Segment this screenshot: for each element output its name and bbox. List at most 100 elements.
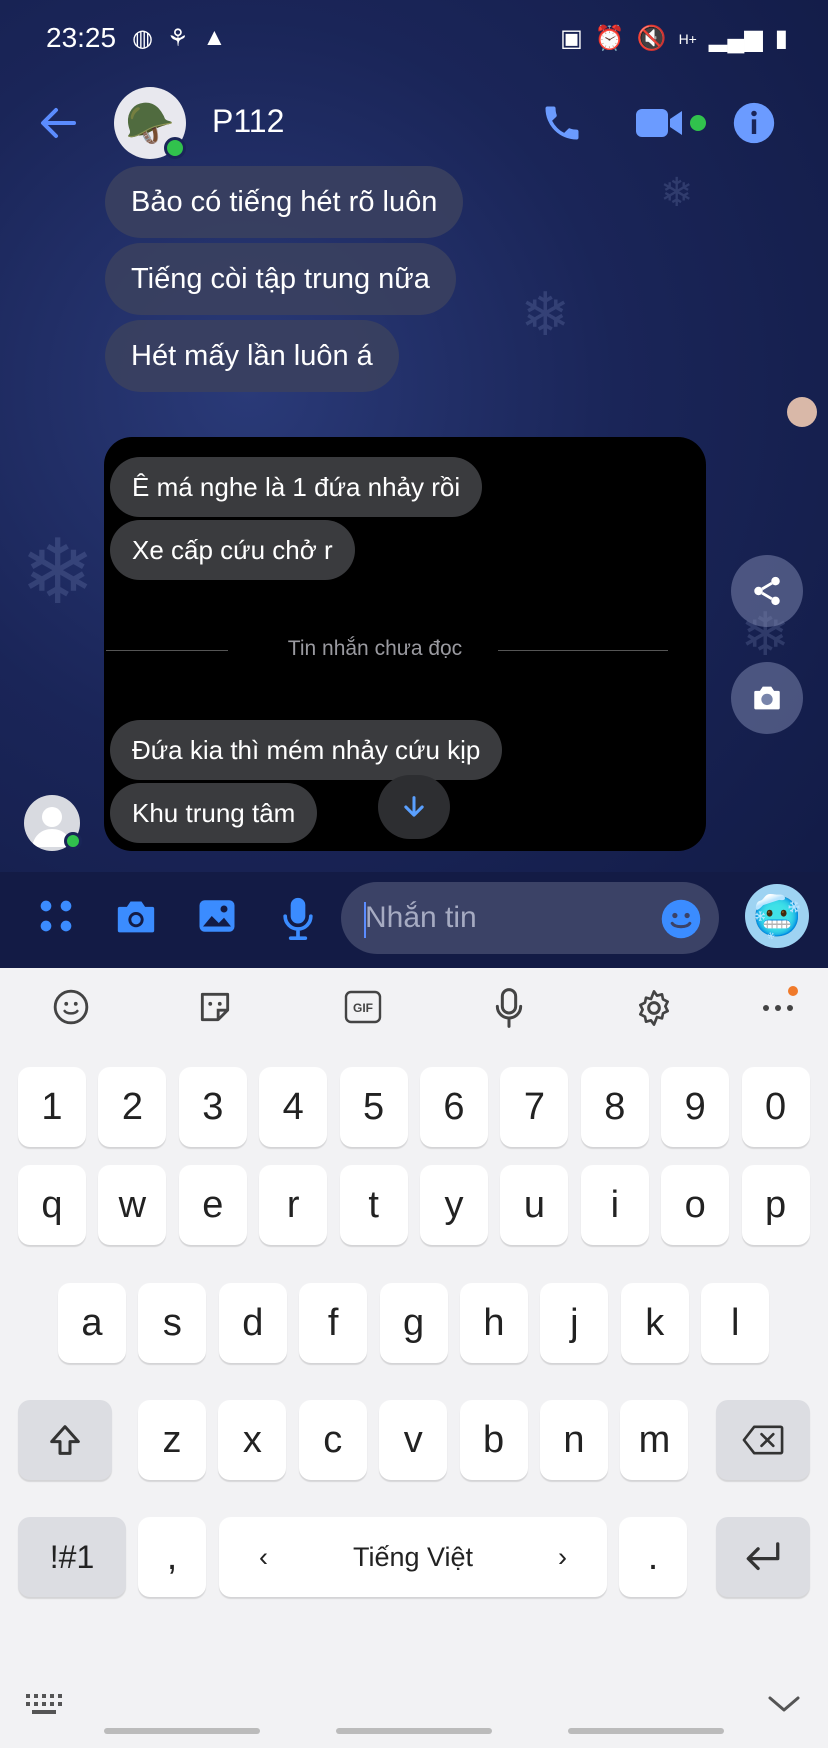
key-f[interactable]: f [299,1283,368,1363]
alarm-icon: ⏰ [594,25,625,52]
key-d[interactable]: d [218,1283,287,1363]
text-caret [364,902,366,938]
key-y[interactable]: y [420,1165,488,1245]
video-call-icon[interactable] [634,101,686,150]
sticker-icon[interactable] [196,988,234,1031]
online-status-dot [164,137,186,159]
shift-arrow-icon [50,1425,80,1455]
keyboard-switch-icon[interactable] [24,1690,64,1725]
voice-input-icon[interactable] [490,988,528,1033]
key-b[interactable]: b [459,1400,528,1480]
contact-name[interactable]: P112 [212,103,284,140]
back-arrow-icon[interactable] [34,99,82,147]
settings-gear-icon[interactable] [634,988,674,1033]
key-1[interactable]: 1 [18,1067,86,1147]
key-o[interactable]: o [661,1165,730,1245]
key-a[interactable]: a [58,1283,126,1363]
key-g[interactable]: g [379,1283,448,1363]
status-bar: 23:25 ◍ ⚘ ▲ ▣ ⏰ 🔇 H+ ▂▄▆ ▮ [0,0,828,80]
microphone-icon[interactable] [278,896,318,945]
online-status-dot [64,832,82,850]
key-z[interactable]: z [138,1400,206,1480]
messenger-icon: ◍ [132,25,153,52]
message-text: Tiếng còi tập trung nữa [131,262,430,295]
snowflake-decoration: ❄ [20,523,96,623]
gif-icon[interactable]: GIF [344,990,382,1029]
key-k[interactable]: k [620,1283,689,1363]
key-comma[interactable]: , [138,1517,206,1597]
key-m[interactable]: m [620,1400,689,1480]
camera-icon[interactable] [731,662,803,734]
video-active-dot [690,115,706,131]
emoji-picker-icon[interactable] [660,898,702,945]
screenshot-message-text: Đứa kia thì mém nhảy cứu kịp [132,734,481,765]
key-q[interactable]: q [18,1165,86,1245]
screenshot-message-text: Xe cấp cứu chở r [132,534,333,565]
divider-line [106,650,228,651]
key-u[interactable]: u [500,1165,569,1245]
key-4[interactable]: 4 [259,1067,328,1147]
message-bubble[interactable]: Bảo có tiếng hét rõ luôn [105,166,464,238]
language-next-chevron-icon: › [557,1541,567,1572]
gallery-image-icon[interactable] [196,896,238,941]
seen-receipt-avatar [787,397,817,427]
key-7[interactable]: 7 [500,1067,569,1147]
key-6[interactable]: 6 [420,1067,488,1147]
key-j[interactable]: j [540,1283,609,1363]
phone-call-icon[interactable] [540,101,584,150]
snowflake-decoration: ❄ [660,171,694,215]
app-notification-icon: ⚘ [166,25,189,52]
key-period[interactable]: . [619,1517,687,1597]
key-3[interactable]: 3 [178,1067,247,1147]
warning-icon: ▲ [202,24,227,51]
apps-menu-icon[interactable] [36,896,76,941]
key-c[interactable]: c [298,1400,367,1480]
share-icon[interactable] [731,555,803,627]
language-prev-chevron-icon: ‹ [259,1541,268,1572]
camera-icon[interactable] [114,896,158,941]
key-x[interactable]: x [218,1400,287,1480]
quick-reaction-emoji-button[interactable]: 🥶 [745,884,809,948]
key-e[interactable]: e [178,1165,247,1245]
shift-key[interactable] [18,1400,112,1480]
spacebar-key[interactable]: ‹ Tiếng Việt › [219,1517,607,1597]
key-2[interactable]: 2 [98,1067,167,1147]
keyboard-bottom-bar [0,1668,828,1748]
conversation-header: 🪖 P112 [0,85,828,163]
screenshot-message-bubble: Đứa kia thì mém nhảy cứu kịp [110,720,503,780]
message-bubble[interactable]: Tiếng còi tập trung nữa [105,243,456,315]
key-p[interactable]: p [741,1165,810,1245]
key-0[interactable]: 0 [741,1067,810,1147]
nav-gesture-pill [568,1728,724,1734]
key-t[interactable]: t [339,1165,408,1245]
emoji-icon[interactable] [52,988,90,1031]
key-n[interactable]: n [540,1400,608,1480]
key-i[interactable]: i [580,1165,649,1245]
key-9[interactable]: 9 [661,1067,730,1147]
signal-icon: ▂▄▆ [708,25,763,52]
notification-dot [788,986,798,996]
key-l[interactable]: l [701,1283,770,1363]
key-s[interactable]: s [138,1283,207,1363]
key-v[interactable]: v [379,1400,448,1480]
info-icon[interactable] [732,101,776,150]
status-notification-icons: ◍ ⚘ ▲ [132,24,226,53]
key-8[interactable]: 8 [580,1067,649,1147]
symbols-key[interactable]: !#1 [18,1517,126,1597]
network-icon: H+ [678,30,697,47]
backspace-icon [742,1425,784,1455]
message-bubble[interactable]: Hét mấy lần luôn á [105,320,399,392]
message-text: Hét mấy lần luôn á [131,339,373,372]
key-h[interactable]: h [460,1283,528,1363]
key-r[interactable]: r [259,1165,328,1245]
mute-icon: 🔇 [636,25,667,52]
backspace-key[interactable] [716,1400,810,1480]
hide-keyboard-chevron-icon[interactable] [766,1692,802,1721]
screenshot-message-bubble: Khu trung tâm [110,783,318,843]
enter-key[interactable] [716,1517,810,1597]
key-w[interactable]: w [98,1165,167,1245]
key-5[interactable]: 5 [339,1067,408,1147]
screenshot-message-text: Khu trung tâm [132,797,296,828]
screenshot-message-bubble: Xe cấp cứu chở r [110,520,355,580]
divider-line [498,650,668,651]
